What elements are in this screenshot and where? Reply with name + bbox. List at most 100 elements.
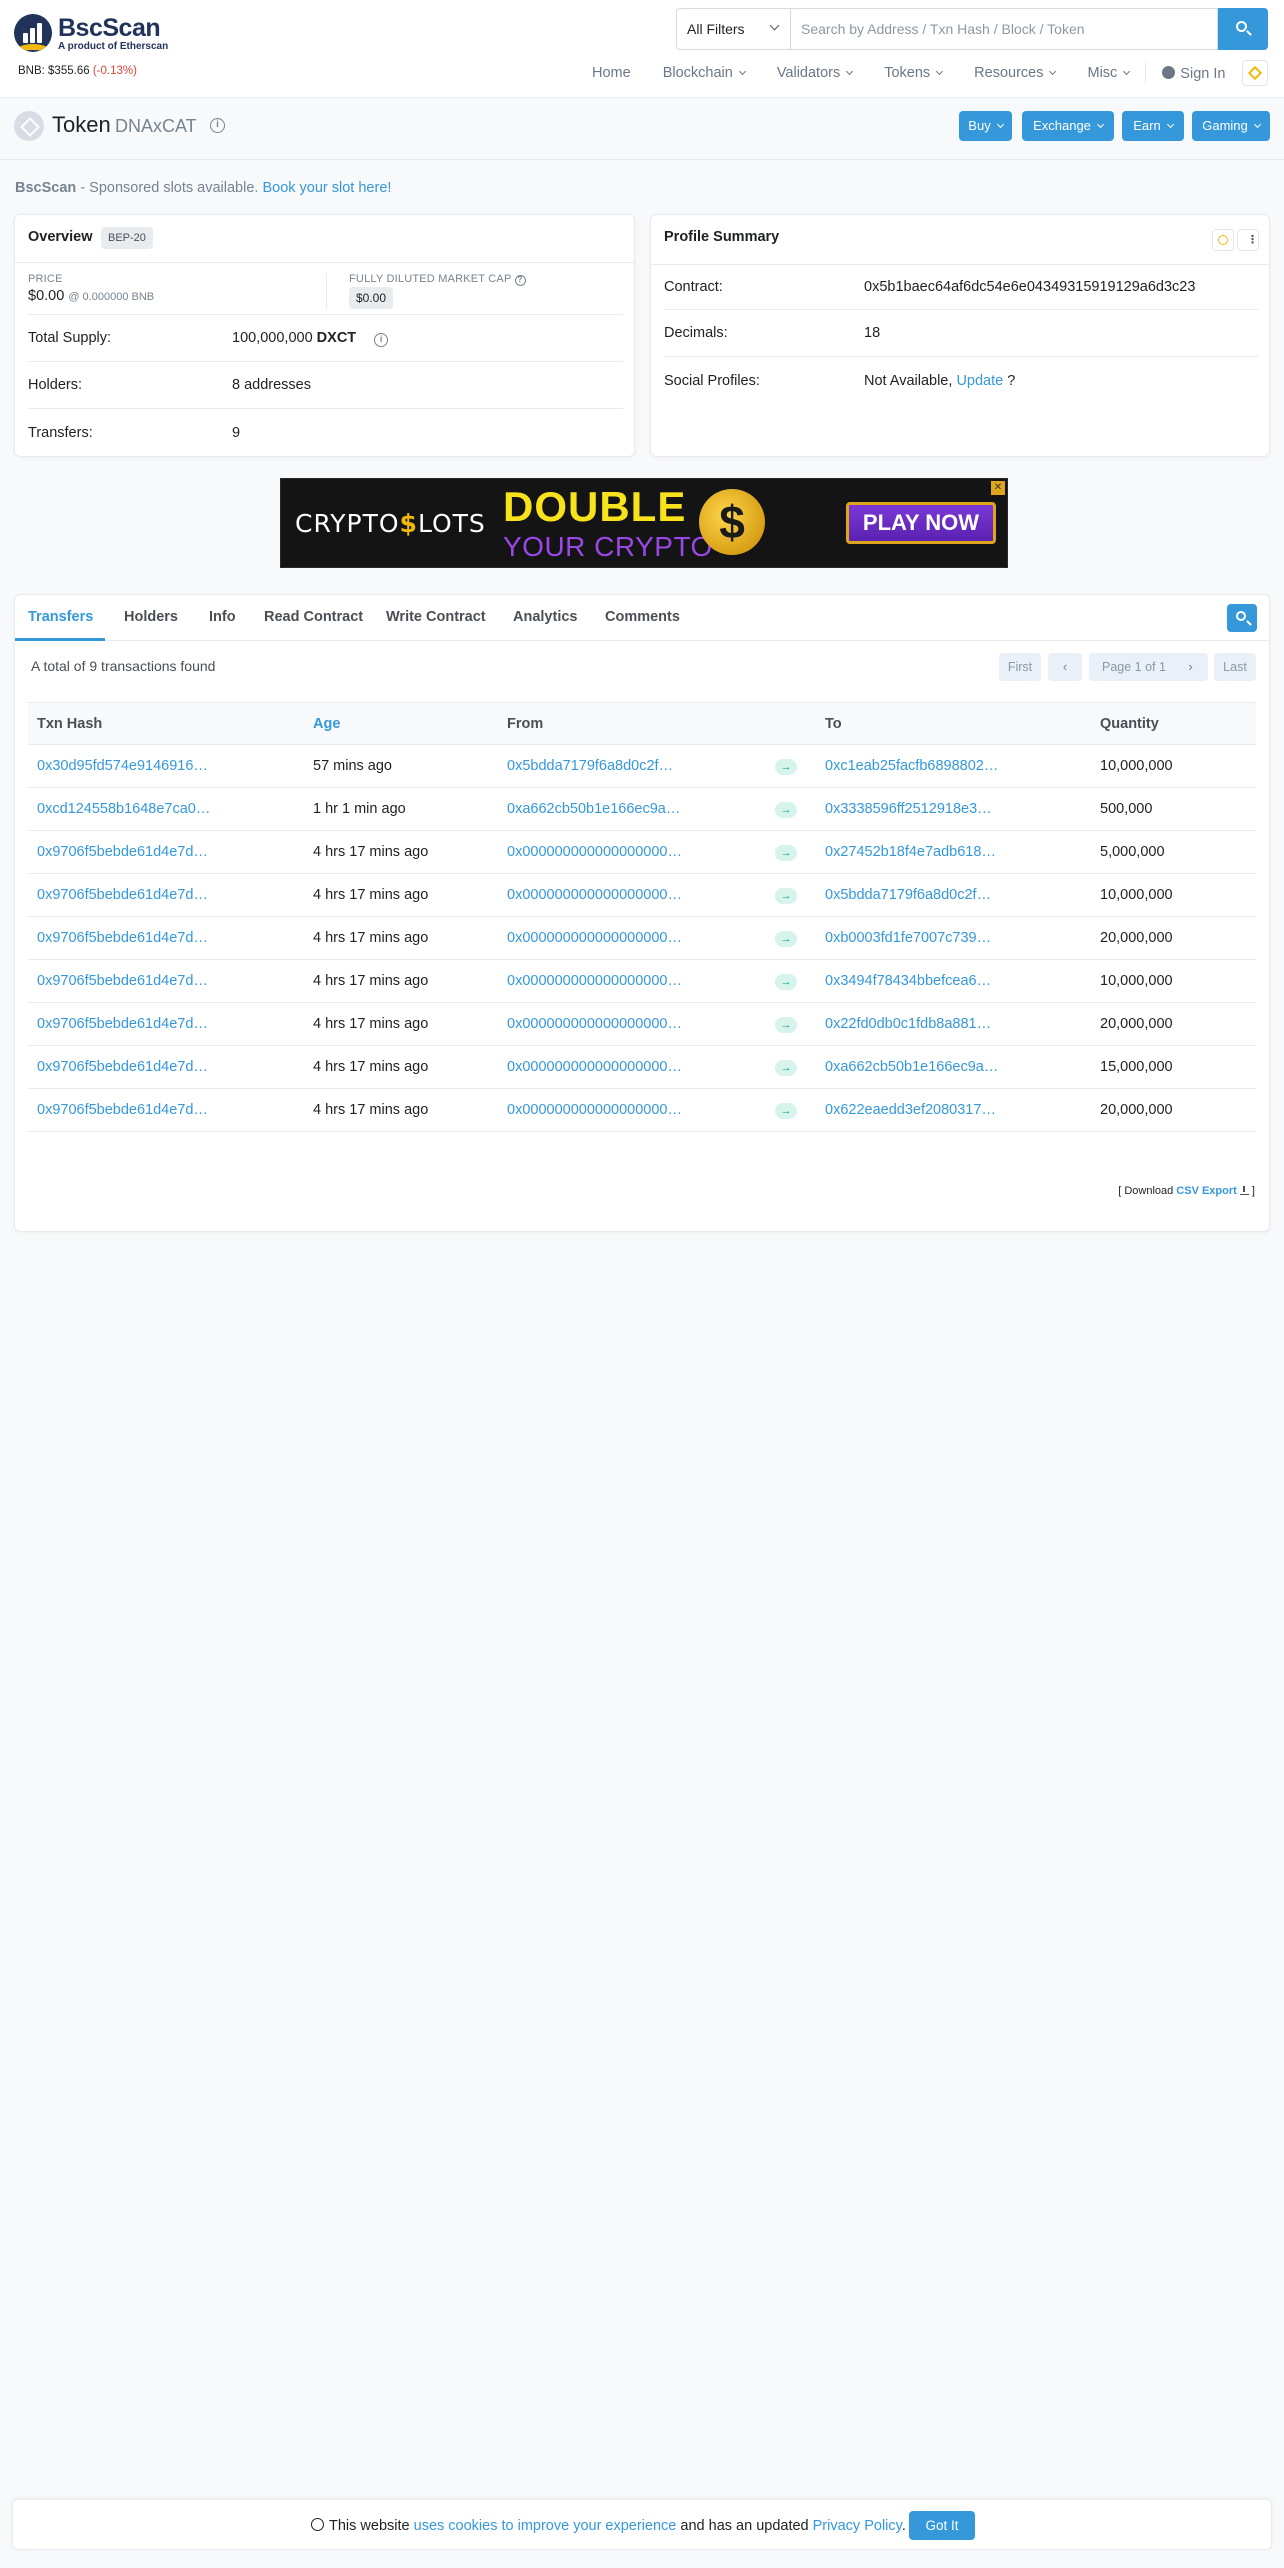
- txn-hash-link[interactable]: 0x9706f5bebde61d4e7d…: [28, 1045, 304, 1089]
- nav-validators[interactable]: Validators: [777, 65, 854, 81]
- bscscan-logo-icon: [14, 14, 52, 52]
- pager-next-button[interactable]: ›: [1173, 653, 1208, 681]
- to-address-link[interactable]: 0x27452b18f4e7adb618…: [816, 830, 1091, 874]
- social-profiles-value: Not Available, Update ?: [864, 373, 1015, 389]
- cookie-icon: [311, 2518, 324, 2531]
- tab-info[interactable]: Info: [209, 609, 236, 625]
- profile-title: Profile Summary: [664, 229, 780, 245]
- to-address-link[interactable]: 0xc1eab25facfb6898802…: [816, 744, 1091, 788]
- search-button[interactable]: [1218, 8, 1268, 50]
- logo-name: BscScan: [58, 14, 161, 42]
- from-address-link[interactable]: 0x5bdda7179f6a8d0c2f…: [498, 744, 766, 788]
- transfers-label: Transfers:: [28, 425, 93, 441]
- nav-tokens[interactable]: Tokens: [884, 65, 944, 81]
- page-title-row: Token DNAxCAT i Buy Exchange Earn Gaming: [14, 109, 1270, 143]
- to-address-link[interactable]: 0x3338596ff2512918e3…: [816, 787, 1091, 831]
- txn-hash-link[interactable]: 0x9706f5bebde61d4e7d…: [28, 873, 304, 917]
- from-address-link[interactable]: 0x000000000000000000…: [498, 916, 766, 960]
- chevron-down-icon: [1049, 67, 1057, 76]
- col-txn-hash: Txn Hash: [28, 702, 304, 745]
- cookie-banner: This website uses cookies to improve you…: [12, 2499, 1272, 2550]
- bscscan-logo[interactable]: BscScan A product of Etherscan: [14, 14, 184, 54]
- nav-divider: [1145, 63, 1147, 83]
- table-row: 0x9706f5bebde61d4e7d… 4 hrs 17 mins ago 0x…: [28, 1045, 1256, 1089]
- table-row: 0x9706f5bebde61d4e7d… 4 hrs 17 mins ago 0x…: [28, 1002, 1256, 1046]
- txn-hash-link[interactable]: 0x9706f5bebde61d4e7d…: [28, 916, 304, 960]
- nav-misc[interactable]: Misc: [1087, 65, 1131, 81]
- nav-resources[interactable]: Resources: [974, 65, 1057, 81]
- search-input[interactable]: [790, 8, 1218, 50]
- table-row: 0xcd124558b1648e7ca0… 1 hr 1 min ago 0xa66…: [28, 787, 1256, 831]
- nav-home[interactable]: Home: [592, 65, 631, 81]
- tab-analytics[interactable]: Analytics: [513, 609, 577, 625]
- txn-quantity: 10,000,000: [1091, 959, 1256, 1003]
- txn-age: 4 hrs 17 mins ago: [304, 959, 498, 1003]
- pager-prev-button[interactable]: ‹: [1048, 653, 1082, 681]
- ad-banner[interactable]: CRYPTO$LOTS DOUBLE YOUR CRYPTO $ PLAY NO…: [280, 478, 1008, 568]
- bnb-network-button[interactable]: [1242, 60, 1268, 86]
- gaming-button[interactable]: Gaming: [1192, 111, 1270, 141]
- csv-export-link[interactable]: CSV Export: [1176, 1185, 1237, 1197]
- txn-age: 1 hr 1 min ago: [304, 787, 498, 831]
- chevron-down-icon: [996, 120, 1004, 129]
- col-age[interactable]: Age: [304, 702, 498, 745]
- got-it-button[interactable]: Got It: [909, 2511, 975, 2540]
- more-options-button[interactable]: ⋮: [1237, 229, 1259, 251]
- overview-split: [326, 273, 327, 309]
- profile-header: Profile Summary ⋮: [651, 215, 1269, 265]
- sign-in-link[interactable]: Sign In: [1162, 65, 1225, 82]
- update-profile-link[interactable]: Update: [956, 373, 1003, 389]
- from-address-link[interactable]: 0xa662cb50b1e166ec9a…: [498, 787, 766, 831]
- page-title: Token: [52, 112, 111, 137]
- ad-close-icon[interactable]: ✕: [991, 481, 1005, 495]
- book-slot-link[interactable]: Book your slot here!: [262, 180, 391, 196]
- to-address-link[interactable]: 0x5bdda7179f6a8d0c2f…: [816, 873, 1091, 917]
- from-address-link[interactable]: 0x000000000000000000…: [498, 1088, 766, 1132]
- search-filter-select[interactable]: All Filters: [676, 8, 790, 50]
- txn-hash-link[interactable]: 0x30d95fd574e9146916…: [28, 744, 304, 788]
- earn-button[interactable]: Earn: [1122, 111, 1184, 141]
- exchange-button[interactable]: Exchange: [1022, 111, 1114, 141]
- holders-value[interactable]: 8 addresses: [232, 377, 311, 393]
- from-address-link[interactable]: 0x000000000000000000…: [498, 873, 766, 917]
- token-standard-badge: BEP-20: [101, 227, 153, 249]
- nav-blockchain[interactable]: Blockchain: [663, 65, 746, 81]
- ad-play-now-button[interactable]: PLAY NOW: [846, 502, 996, 544]
- txn-quantity: 20,000,000: [1091, 916, 1256, 960]
- search-icon: [1236, 611, 1246, 621]
- from-address-link[interactable]: 0x000000000000000000…: [498, 959, 766, 1003]
- from-address-link[interactable]: 0x000000000000000000…: [498, 1002, 766, 1046]
- tab-write-contract[interactable]: Write Contract: [386, 609, 486, 625]
- to-address-link[interactable]: 0x3494f78434bbefcea6…: [816, 959, 1091, 1003]
- info-icon[interactable]: i: [210, 118, 225, 133]
- txn-hash-link[interactable]: 0xcd124558b1648e7ca0…: [28, 787, 304, 831]
- txn-hash-link[interactable]: 0x9706f5bebde61d4e7d…: [28, 830, 304, 874]
- row-divider: [664, 356, 1258, 357]
- tab-transfers[interactable]: Transfers: [28, 609, 93, 625]
- privacy-policy-link[interactable]: Privacy Policy: [813, 2518, 902, 2534]
- from-address-link[interactable]: 0x000000000000000000…: [498, 1045, 766, 1089]
- from-address-link[interactable]: 0x000000000000000000…: [498, 830, 766, 874]
- tab-read-contract[interactable]: Read Contract: [264, 609, 363, 625]
- to-address-link[interactable]: 0x622eaedd3ef2080317…: [816, 1088, 1091, 1132]
- decimals-value: 18: [864, 325, 881, 341]
- tab-holders[interactable]: Holders: [124, 609, 178, 625]
- to-address-link[interactable]: 0xa662cb50b1e166ec9a…: [816, 1045, 1091, 1089]
- csv-prefix: [ Download: [1118, 1185, 1177, 1197]
- tab-comments[interactable]: Comments: [605, 609, 680, 625]
- filter-search-button[interactable]: [1227, 604, 1257, 632]
- to-address-link[interactable]: 0x22fd0db0c1fdb8a881…: [816, 1002, 1091, 1046]
- txn-hash-link[interactable]: 0x9706f5bebde61d4e7d…: [28, 1088, 304, 1132]
- to-address-link[interactable]: 0xb0003fd1fe7007c739…: [816, 916, 1091, 960]
- info-icon[interactable]: i: [374, 333, 389, 347]
- info-icon[interactable]: ?: [514, 275, 526, 286]
- txn-hash-link[interactable]: 0x9706f5bebde61d4e7d…: [28, 959, 304, 1003]
- txn-hash-link[interactable]: 0x9706f5bebde61d4e7d…: [28, 1002, 304, 1046]
- pager-first-button[interactable]: First: [999, 653, 1041, 681]
- contract-address-link[interactable]: 0x5b1baec64af6dc54e6e04349315919129a6d3c…: [864, 279, 1195, 295]
- pager-last-button[interactable]: Last: [1214, 653, 1256, 681]
- cookie-policy-link[interactable]: uses cookies to improve your experience: [414, 2518, 677, 2534]
- token-update-button[interactable]: [1212, 229, 1234, 251]
- buy-button[interactable]: Buy: [959, 111, 1012, 141]
- txn-age: 4 hrs 17 mins ago: [304, 830, 498, 874]
